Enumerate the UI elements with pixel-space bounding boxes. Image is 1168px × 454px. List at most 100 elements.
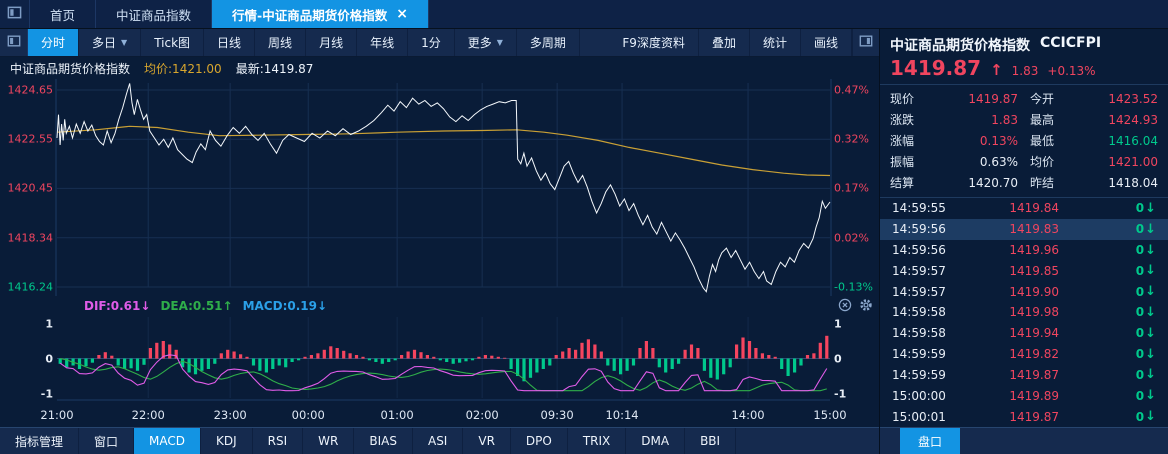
chart-title-bar: 中证商品期货价格指数 均价:1421.00 最新:1419.87 — [0, 57, 879, 79]
toolbar-button-label: 月线 — [319, 34, 343, 51]
panel-toggle-icon — [7, 33, 21, 52]
stat-value: 1421.00 — [1068, 155, 1158, 169]
down-arrow-icon: ↓ — [1145, 326, 1156, 341]
tab-order-book[interactable]: 盘口 — [900, 428, 960, 454]
tick-volume-value: 0 — [1136, 326, 1144, 340]
indicator-tab[interactable]: BIAS — [354, 428, 413, 454]
tick-row[interactable]: 14:59:591419.820↓ — [880, 344, 1168, 365]
tick-volume: 0↓ — [1059, 367, 1156, 382]
indicator-tab[interactable]: KDJ — [201, 428, 253, 454]
tick-price: 1419.98 — [964, 305, 1059, 319]
stat-label: 今开 — [1030, 90, 1068, 107]
chevron-down-icon: ▼ — [121, 38, 127, 47]
indicator-tab[interactable]: BBI — [685, 428, 736, 454]
tick-row[interactable]: 14:59:561419.830↓ — [880, 219, 1168, 240]
toolbar-button-label: F9深度资料 — [622, 34, 685, 51]
toolbar-button[interactable]: 1分 — [408, 29, 455, 56]
tick-row[interactable]: 14:59:551419.840↓ — [880, 198, 1168, 219]
toolbar-button[interactable]: 画线 — [801, 29, 852, 56]
price-axis-label: 1418.34 — [2, 232, 53, 243]
indicator-tab[interactable]: RSI — [253, 428, 304, 454]
collapse-panel-button[interactable] — [0, 0, 30, 28]
indicator-tab[interactable]: TRIX — [568, 428, 626, 454]
down-arrow-icon: ↓ — [1145, 201, 1156, 216]
quote-header: 中证商品期货价格指数 CCICFPI — [880, 29, 1168, 55]
down-arrow-icon: ↓ — [1145, 347, 1156, 362]
toolbar-button[interactable]: 统计 — [750, 29, 801, 56]
toolbar-button[interactable]: 月线 — [306, 29, 357, 56]
indicator-tab[interactable]: ASI — [413, 428, 463, 454]
tick-row[interactable]: 14:59:581419.980↓ — [880, 302, 1168, 323]
tab-close-icon[interactable]: × — [396, 7, 408, 21]
tick-row[interactable]: 15:00:001419.890↓ — [880, 385, 1168, 406]
tick-volume: 0↓ — [1059, 347, 1156, 362]
indicator-settings-gear-icon[interactable] — [859, 298, 873, 312]
close-indicator-icon[interactable] — [838, 298, 852, 312]
macd-axis-label: 1 — [2, 318, 53, 329]
top-tabs: 首页中证商品指数 行情-中证商品期货价格指数 × — [30, 0, 429, 28]
top-tab[interactable]: 首页 — [30, 0, 96, 28]
tick-volume-value: 0 — [1136, 285, 1144, 299]
quote-stat-row: 涨幅0.13%最低1416.04 — [890, 130, 1158, 151]
toolbar-button[interactable]: 日线 — [204, 29, 255, 56]
toolbar-button[interactable]: 年线 — [357, 29, 408, 56]
stat-value: 1423.52 — [1068, 92, 1158, 106]
indicator-tab[interactable]: 窗口 — [79, 428, 134, 454]
indicator-tab[interactable]: MACD — [134, 428, 201, 454]
tick-row[interactable]: 14:59:561419.960↓ — [880, 240, 1168, 261]
tick-price: 1419.96 — [964, 243, 1059, 257]
toolbar-button-label: 叠加 — [712, 34, 736, 51]
tick-price: 1419.89 — [964, 389, 1059, 403]
quote-stat-row: 结算1420.70昨结1418.04 — [890, 172, 1158, 193]
toolbar-button-label: 更多 — [468, 34, 492, 51]
time-axis-label: 21:00 — [40, 408, 73, 422]
panel-toggle-icon — [7, 5, 22, 24]
stat-label: 涨跌 — [890, 111, 928, 128]
top-tab-label: 行情-中证商品期货价格指数 — [232, 5, 387, 24]
indicator-tab[interactable]: DPO — [511, 428, 568, 454]
tick-row[interactable]: 14:59:591419.870↓ — [880, 365, 1168, 386]
percent-axis-label: 0.32% — [834, 134, 869, 145]
top-tab[interactable]: 中证商品指数 — [96, 0, 212, 28]
top-tab[interactable]: 行情-中证商品期货价格指数 × — [212, 0, 429, 28]
indicator-tab-bar: 指标管理窗口MACDKDJRSIWRBIASASIVRDPOTRIXDMABBI — [0, 427, 879, 454]
percent-axis-label: -0.13% — [834, 282, 873, 293]
time-axis-label: 01:00 — [381, 408, 414, 422]
stat-label: 最低 — [1030, 132, 1068, 149]
macd-header: DIF:0.61↓ DEA:0.51↑ MACD:0.19↓ — [0, 296, 879, 315]
down-arrow-icon: ↓ — [1145, 409, 1156, 424]
tick-time: 15:00:00 — [892, 389, 964, 403]
down-arrow-icon: ↓ — [1145, 263, 1156, 278]
tick-volume: 0↓ — [1059, 305, 1156, 320]
toolbar-button[interactable]: F9深度资料 — [609, 29, 699, 56]
price-change: 1.83 — [1012, 64, 1039, 78]
toolbar-button[interactable]: 更多▼ — [455, 29, 517, 56]
percent-axis-label: 0.02% — [834, 232, 869, 243]
quote-stat-row: 振幅0.63%均价1421.00 — [890, 151, 1158, 172]
stat-value: 1420.70 — [928, 176, 1018, 190]
tick-row[interactable]: 15:00:011419.870↓ — [880, 406, 1168, 427]
toolbar-button[interactable]: Tick图 — [141, 29, 204, 56]
tick-row[interactable]: 14:59:571419.900↓ — [880, 281, 1168, 302]
down-arrow-icon: ↓ — [1145, 305, 1156, 320]
macd-indicator-chart[interactable]: 1100-1-1 — [0, 315, 879, 402]
indicator-tab[interactable]: DMA — [626, 428, 685, 454]
toolbar-button[interactable]: 叠加 — [699, 29, 750, 56]
stat-label: 振幅 — [890, 153, 928, 170]
price-change-percent: +0.13% — [1047, 64, 1095, 78]
intraday-price-chart[interactable]: 1424.651422.551420.451418.341416.240.47%… — [0, 79, 879, 296]
indicator-tab[interactable]: 指标管理 — [0, 428, 79, 454]
toolbar-button[interactable]: 多周期 — [517, 29, 580, 56]
collapse-right-panel-button[interactable] — [852, 29, 879, 56]
toolbar-button[interactable]: 多日▼ — [79, 29, 141, 56]
collapse-chart-button[interactable] — [0, 29, 28, 56]
tick-row[interactable]: 14:59:581419.940↓ — [880, 323, 1168, 344]
toolbar-button[interactable]: 分时 — [28, 29, 79, 56]
toolbar-button[interactable]: 周线 — [255, 29, 306, 56]
indicator-tab[interactable]: WR — [303, 428, 354, 454]
tick-volume: 0↓ — [1059, 263, 1156, 278]
indicator-tab[interactable]: VR — [463, 428, 511, 454]
stat-value: 0.13% — [928, 134, 1018, 148]
tick-row[interactable]: 14:59:571419.850↓ — [880, 260, 1168, 281]
tick-time: 14:59:57 — [892, 264, 964, 278]
